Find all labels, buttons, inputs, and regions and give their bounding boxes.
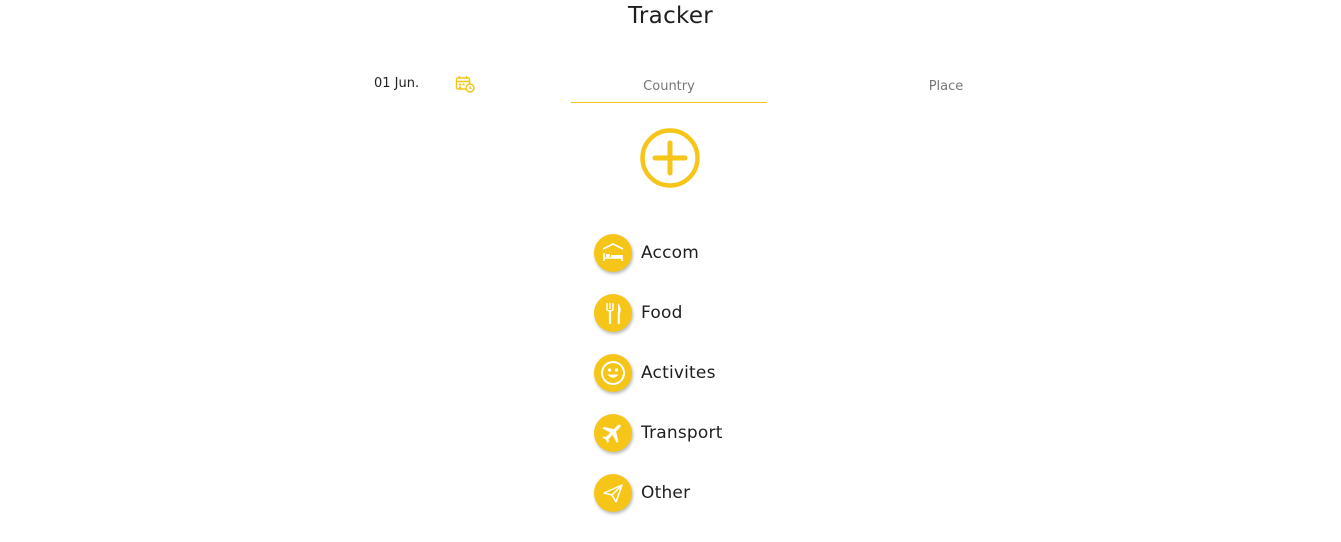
category-label: Activites [641, 363, 716, 383]
category-transport[interactable]: Transport [594, 413, 794, 453]
category-activities-badge [594, 354, 632, 392]
category-label: Accom [641, 243, 699, 263]
place-input[interactable] [848, 70, 1044, 103]
fork-knife-icon [605, 303, 621, 325]
selected-date: 01 Jun. [374, 76, 420, 91]
category-transport-badge [594, 414, 632, 452]
smiley-icon [601, 361, 625, 385]
category-food-badge [594, 294, 632, 332]
page-title: Tracker [627, 3, 714, 29]
category-label: Other [641, 483, 691, 503]
airplane-icon [602, 424, 621, 443]
category-accom-badge [594, 234, 632, 272]
calendar-icon [455, 76, 475, 93]
paper-plane-icon [603, 484, 623, 503]
category-activities[interactable]: Activites [594, 353, 794, 393]
category-list: Accom Food Activites Transport Other [594, 233, 794, 533]
plus-circle-icon [640, 128, 700, 188]
country-input[interactable] [571, 70, 767, 103]
category-other[interactable]: Other [594, 473, 794, 513]
add-entry-button[interactable] [639, 127, 701, 189]
category-label: Transport [641, 423, 723, 443]
calendar-button[interactable] [453, 73, 477, 95]
bed-icon [602, 243, 624, 261]
category-other-badge [594, 474, 632, 512]
category-accom[interactable]: Accom [594, 233, 794, 273]
category-food[interactable]: Food [594, 293, 794, 333]
category-label: Food [641, 303, 683, 323]
